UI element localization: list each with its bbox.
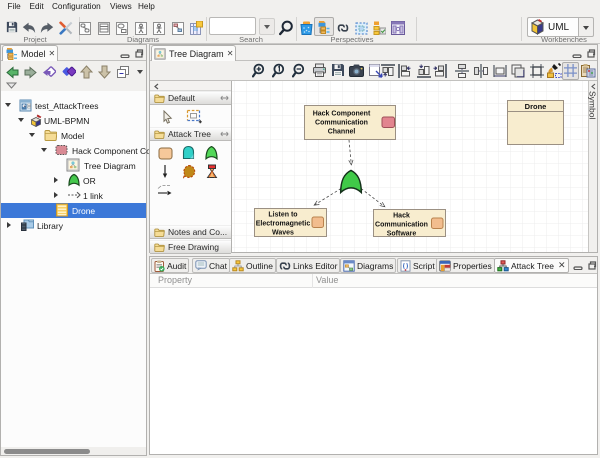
svg-text:Channel: Channel (328, 129, 356, 136)
svg-text:Drone: Drone (525, 102, 547, 111)
svg-text:Communication: Communication (375, 222, 428, 229)
svg-text:Hack: Hack (393, 213, 410, 220)
svg-text:Software: Software (387, 231, 417, 238)
svg-text:Hack Component: Hack Component (313, 111, 371, 118)
svg-text:Listen to: Listen to (268, 212, 297, 219)
svg-text:Waves: Waves (272, 230, 294, 237)
svg-text:Electromagnetic: Electromagnetic (256, 221, 311, 228)
svg-text:Communication: Communication (315, 120, 368, 127)
